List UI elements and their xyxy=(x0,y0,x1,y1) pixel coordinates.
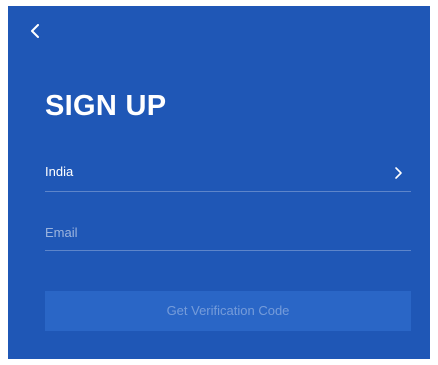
country-selector[interactable]: India xyxy=(45,156,411,192)
email-field-row xyxy=(45,215,411,251)
email-field[interactable] xyxy=(45,219,411,245)
chevron-left-icon xyxy=(31,24,39,38)
get-verification-code-button[interactable]: Get Verification Code xyxy=(45,291,411,331)
page-title: SIGN UP xyxy=(45,90,167,122)
country-value: India xyxy=(45,164,74,179)
chevron-right-icon xyxy=(395,167,402,179)
signup-screen: SIGN UP India Get Verification Code xyxy=(8,6,430,359)
back-button[interactable] xyxy=(24,20,46,42)
